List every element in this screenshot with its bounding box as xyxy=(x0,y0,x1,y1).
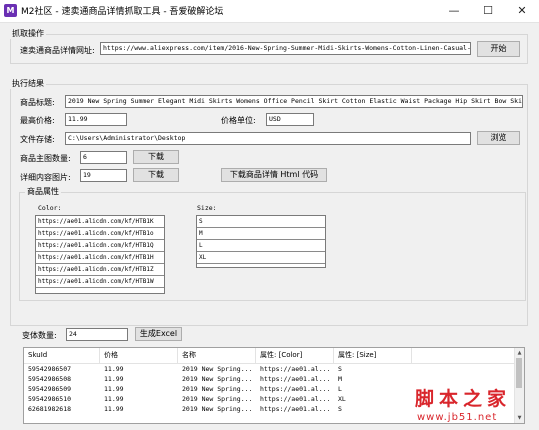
attributes-group-title: 商品属性 xyxy=(25,186,61,197)
minimize-button[interactable]: — xyxy=(437,0,471,22)
currency-label: 价格单位: xyxy=(221,116,256,125)
table-cell: 62681982618 xyxy=(28,405,72,413)
table-cell: https://ae01.al... xyxy=(260,385,331,393)
list-item[interactable]: https://ae01.alicdn.com/kf/HTB1Q xyxy=(36,240,164,252)
generate-excel-button[interactable]: 生成Excel xyxy=(135,327,182,341)
size-list[interactable]: S M L XL xyxy=(196,215,326,268)
main-image-count-field[interactable]: 6 xyxy=(80,151,127,164)
detail-image-count-label: 详细内容图片: xyxy=(20,173,71,182)
variant-count-label: 变体数量: xyxy=(22,331,57,340)
scroll-up-icon[interactable]: ▲ xyxy=(516,349,523,357)
grab-group-title: 抓取操作 xyxy=(10,28,46,39)
list-item[interactable]: S xyxy=(197,216,325,228)
download-detail-images-button[interactable]: 下载 xyxy=(133,168,179,182)
start-button[interactable]: 开始 xyxy=(477,41,520,57)
color-list[interactable]: https://ae01.alicdn.com/kf/HTB1K https:/… xyxy=(35,215,165,294)
watermark-url: www.jb51.net xyxy=(417,412,498,423)
window-title: M2社区 - 速卖通商品详情抓取工具 - 吾爱破解论坛 xyxy=(21,7,224,17)
table-cell: 2019 New Spring... xyxy=(182,385,253,393)
table-cell: 59542986507 xyxy=(28,365,72,373)
table-cell: https://ae01.al... xyxy=(260,395,331,403)
table-cell: S xyxy=(338,405,342,413)
main-image-count-label: 商品主图数量: xyxy=(20,154,71,163)
table-cell: 11.99 xyxy=(104,385,124,393)
table-cell: L xyxy=(338,385,342,393)
table-cell: 11.99 xyxy=(104,365,124,373)
download-html-button[interactable]: 下载商品详情 Html 代码 xyxy=(221,168,327,182)
maximize-button[interactable]: ☐ xyxy=(471,0,505,22)
browse-button[interactable]: 浏览 xyxy=(477,131,520,145)
variant-count-field[interactable]: 24 xyxy=(66,328,128,341)
table-cell: https://ae01.al... xyxy=(260,405,331,413)
max-price-label: 最高价格: xyxy=(20,116,55,125)
close-button[interactable]: ✕ xyxy=(505,0,539,22)
max-price-field[interactable]: 11.99 xyxy=(65,113,127,126)
app-icon: M xyxy=(4,4,17,17)
table-cell: 2019 New Spring... xyxy=(182,365,253,373)
watermark-logo-text: 脚本之家 xyxy=(415,388,512,410)
table-cell: 2019 New Spring... xyxy=(182,375,253,383)
column-header-color[interactable]: 属性: [Color] xyxy=(256,348,334,363)
list-item[interactable]: https://ae01.alicdn.com/kf/HTB1o xyxy=(36,228,164,240)
save-path-field[interactable]: C:\Users\Administrator\Desktop xyxy=(65,132,471,145)
table-cell: 11.99 xyxy=(104,405,124,413)
header-divider xyxy=(24,363,516,364)
title-label: 商品标题: xyxy=(20,98,55,107)
list-item[interactable]: L xyxy=(197,240,325,252)
column-header-skuid[interactable]: SkuId xyxy=(24,348,100,363)
table-cell: 11.99 xyxy=(104,375,124,383)
table-cell: 59542986510 xyxy=(28,395,72,403)
list-item[interactable]: https://ae01.alicdn.com/kf/HTB1H xyxy=(36,252,164,264)
table-cell: 11.99 xyxy=(104,395,124,403)
table-cell: 59542986509 xyxy=(28,385,72,393)
table-cell: M xyxy=(338,375,342,383)
table-cell: 2019 New Spring... xyxy=(182,395,253,403)
product-title-field[interactable]: 2019 New Spring Summer Elegant Midi Skir… xyxy=(65,95,523,108)
list-item[interactable]: https://ae01.alicdn.com/kf/HTB1W xyxy=(36,276,164,288)
table-cell: https://ae01.al... xyxy=(260,375,331,383)
table-cell: 59542986508 xyxy=(28,375,72,383)
table-cell: https://ae01.al... xyxy=(260,365,331,373)
column-header-price[interactable]: 价格 xyxy=(100,348,178,363)
table-row[interactable]: 59542986507 11.99 2019 New Spring... htt… xyxy=(24,365,516,374)
list-item[interactable]: https://ae01.alicdn.com/kf/HTB1K xyxy=(36,216,164,228)
table-row[interactable]: 59542986508 11.99 2019 New Spring... htt… xyxy=(24,375,516,384)
color-label: Color: xyxy=(38,204,62,212)
table-cell: S xyxy=(338,365,342,373)
detail-image-count-field[interactable]: 19 xyxy=(80,169,127,182)
currency-field[interactable]: USD xyxy=(266,113,314,126)
url-label: 速卖通商品详情网址: xyxy=(20,46,95,55)
table-cell: 2019 New Spring... xyxy=(182,405,253,413)
title-bar: M M2社区 - 速卖通商品详情抓取工具 - 吾爱破解论坛 — ☐ ✕ xyxy=(0,0,539,23)
watermark: 脚本之家 www.jb51.net xyxy=(413,384,537,428)
download-main-images-button[interactable]: 下载 xyxy=(133,150,179,164)
size-label: Size: xyxy=(197,204,217,212)
column-header-name[interactable]: 名称 xyxy=(178,348,256,363)
list-item[interactable]: M xyxy=(197,228,325,240)
url-input[interactable]: https://www.aliexpress.com/item/2016-New… xyxy=(100,42,471,55)
result-group-title: 执行结果 xyxy=(10,78,46,89)
list-item[interactable]: https://ae01.alicdn.com/kf/HTB1Z xyxy=(36,264,164,276)
list-item[interactable]: XL xyxy=(197,252,325,264)
save-path-label: 文件存储: xyxy=(20,135,55,144)
table-cell: XL xyxy=(338,395,346,403)
column-header-size[interactable]: 属性: [Size] xyxy=(334,348,412,363)
